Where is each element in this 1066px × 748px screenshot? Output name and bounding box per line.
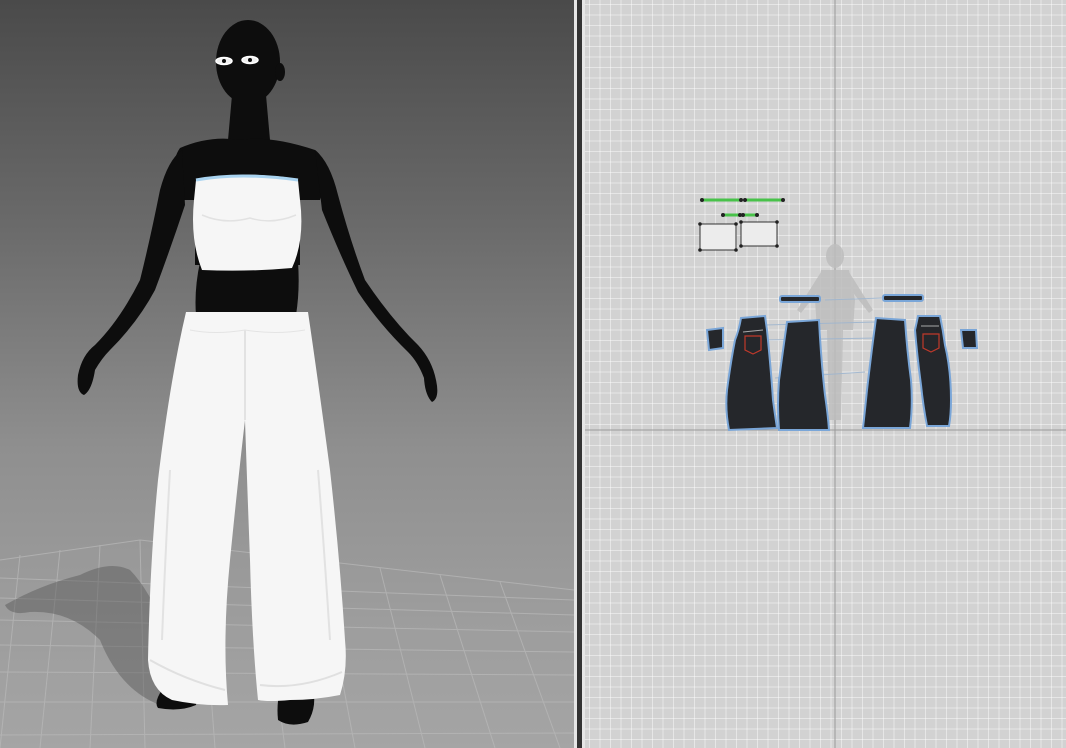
pattern-piece-pants-back-right[interactable]: [861, 316, 913, 429]
3d-viewport[interactable]: [0, 0, 574, 748]
pattern-piece-pants-back-left[interactable]: [777, 318, 831, 431]
pattern-piece-top-back[interactable]: [739, 220, 779, 248]
pattern-piece-waistband-right[interactable]: [882, 294, 924, 302]
2d-pattern-window[interactable]: [585, 0, 1066, 748]
pattern-piece-top-front[interactable]: [698, 222, 738, 252]
pattern-canvas: [585, 0, 1066, 748]
3d-scene: [0, 20, 574, 748]
pattern-piece-cuff-left[interactable]: [705, 326, 724, 352]
pattern-piece-cuff-right[interactable]: [959, 329, 979, 349]
seam-lines[interactable]: [700, 198, 785, 217]
pattern-piece-waistband-left[interactable]: [779, 295, 821, 303]
view-splitter[interactable]: [574, 0, 585, 748]
pattern-piece-pants-front-left[interactable]: [725, 314, 779, 432]
garment-tube-top[interactable]: [193, 174, 302, 271]
pattern-piece-pants-front-right[interactable]: [913, 315, 953, 427]
clo-workspace: [0, 0, 1066, 748]
splitter-handle[interactable]: [577, 0, 582, 748]
